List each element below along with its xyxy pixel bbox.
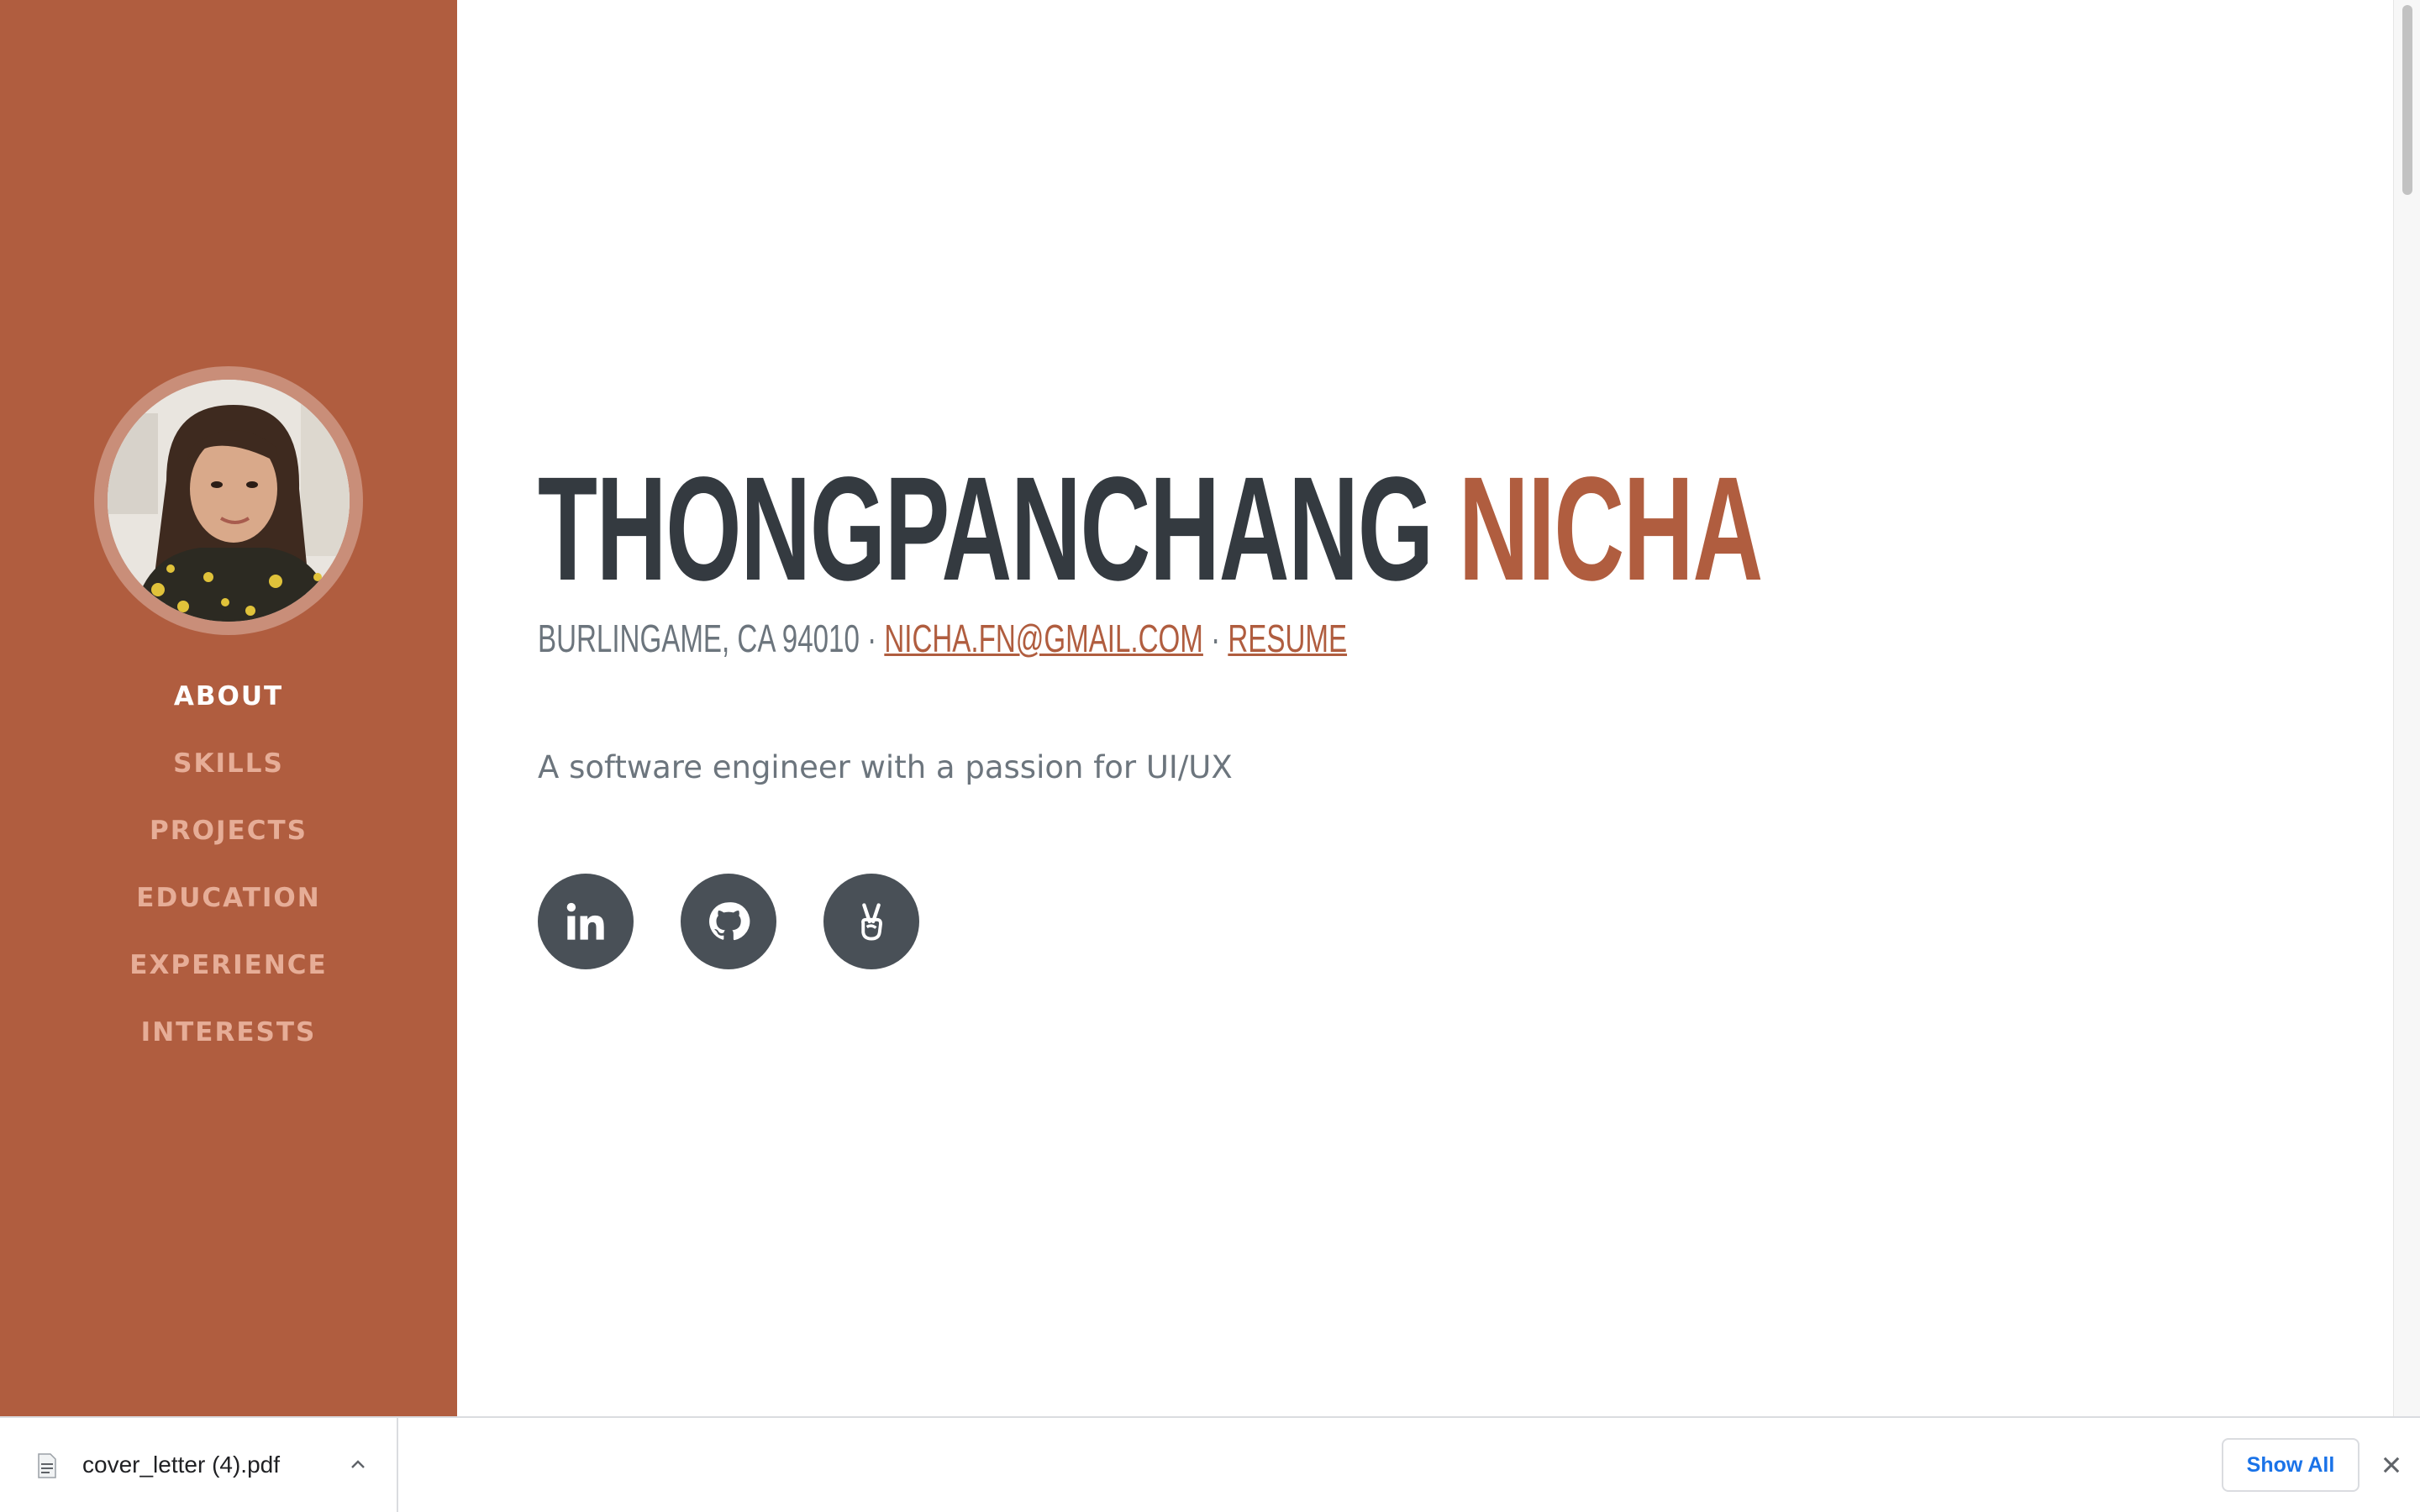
avatar-ring[interactable] — [94, 366, 363, 635]
nav-item-projects[interactable]: Projects — [0, 806, 457, 874]
page-title: THONGPANCHANG NICHA — [538, 445, 1764, 613]
separator: · — [1211, 617, 1221, 660]
scrollbar[interactable] — [2393, 0, 2420, 1416]
linkedin-icon — [566, 902, 604, 940]
scrollbar-thumb[interactable] — [2402, 5, 2412, 195]
nav-item-about[interactable]: About — [0, 672, 457, 739]
show-all-button[interactable]: Show All — [2222, 1438, 2360, 1492]
github-button[interactable] — [681, 874, 776, 969]
nav-item-experience[interactable]: Experience — [0, 941, 457, 1008]
close-icon[interactable] — [2380, 1453, 2403, 1477]
chevron-up-icon[interactable] — [348, 1455, 368, 1475]
download-item[interactable]: cover_letter (4).pdf — [0, 1418, 398, 1512]
nav-item-skills[interactable]: Skills — [0, 739, 457, 806]
angellist-icon — [861, 903, 882, 941]
linkedin-button[interactable] — [538, 874, 634, 969]
angellist-button[interactable] — [823, 874, 919, 969]
resume-link[interactable]: RESUME — [1228, 617, 1347, 660]
social-links — [538, 874, 919, 969]
pdf-file-icon — [38, 1453, 56, 1478]
sidebar-nav: About Skills Projects Education Experien… — [0, 672, 457, 1075]
contact-line: BURLINGAME, CA 94010 · NICHA.FN@GMAIL.CO… — [538, 613, 1347, 664]
avatar — [108, 380, 350, 622]
download-filename: cover_letter (4).pdf — [82, 1452, 280, 1478]
github-icon — [709, 902, 750, 941]
name-first: THONGPANCHANG — [538, 447, 1434, 612]
avatar-photo — [108, 380, 350, 622]
download-bar: cover_letter (4).pdf Show All — [0, 1416, 2420, 1512]
nav-item-interests[interactable]: Interests — [0, 1008, 457, 1075]
tagline: A software engineer with a passion for U… — [538, 749, 1233, 785]
email-link[interactable]: NICHA.FN@GMAIL.COM — [884, 617, 1203, 660]
separator: · — [867, 617, 877, 660]
nav-item-education[interactable]: Education — [0, 874, 457, 941]
sidebar: About Skills Projects Education Experien… — [0, 0, 457, 1416]
location-text: BURLINGAME, CA 94010 — [538, 617, 860, 660]
name-last: NICHA — [1458, 447, 1764, 612]
main-content: THONGPANCHANG NICHA BURLINGAME, CA 94010… — [457, 0, 2393, 1416]
